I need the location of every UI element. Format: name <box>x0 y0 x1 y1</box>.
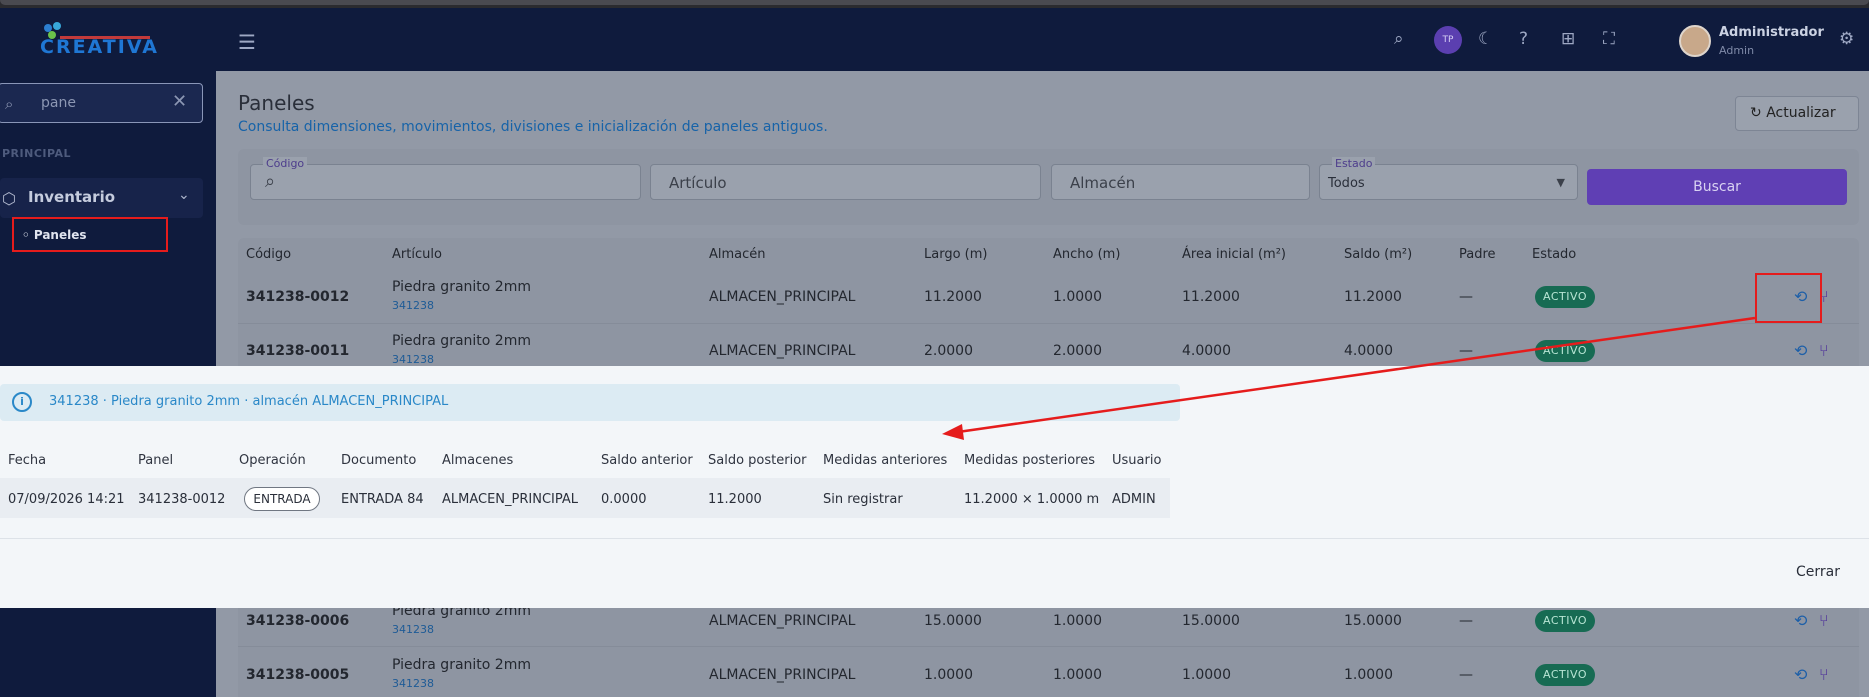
browser-top-strip <box>0 0 1869 8</box>
browser-tab-edge <box>0 0 1869 5</box>
annotation-arrow <box>942 316 1756 440</box>
